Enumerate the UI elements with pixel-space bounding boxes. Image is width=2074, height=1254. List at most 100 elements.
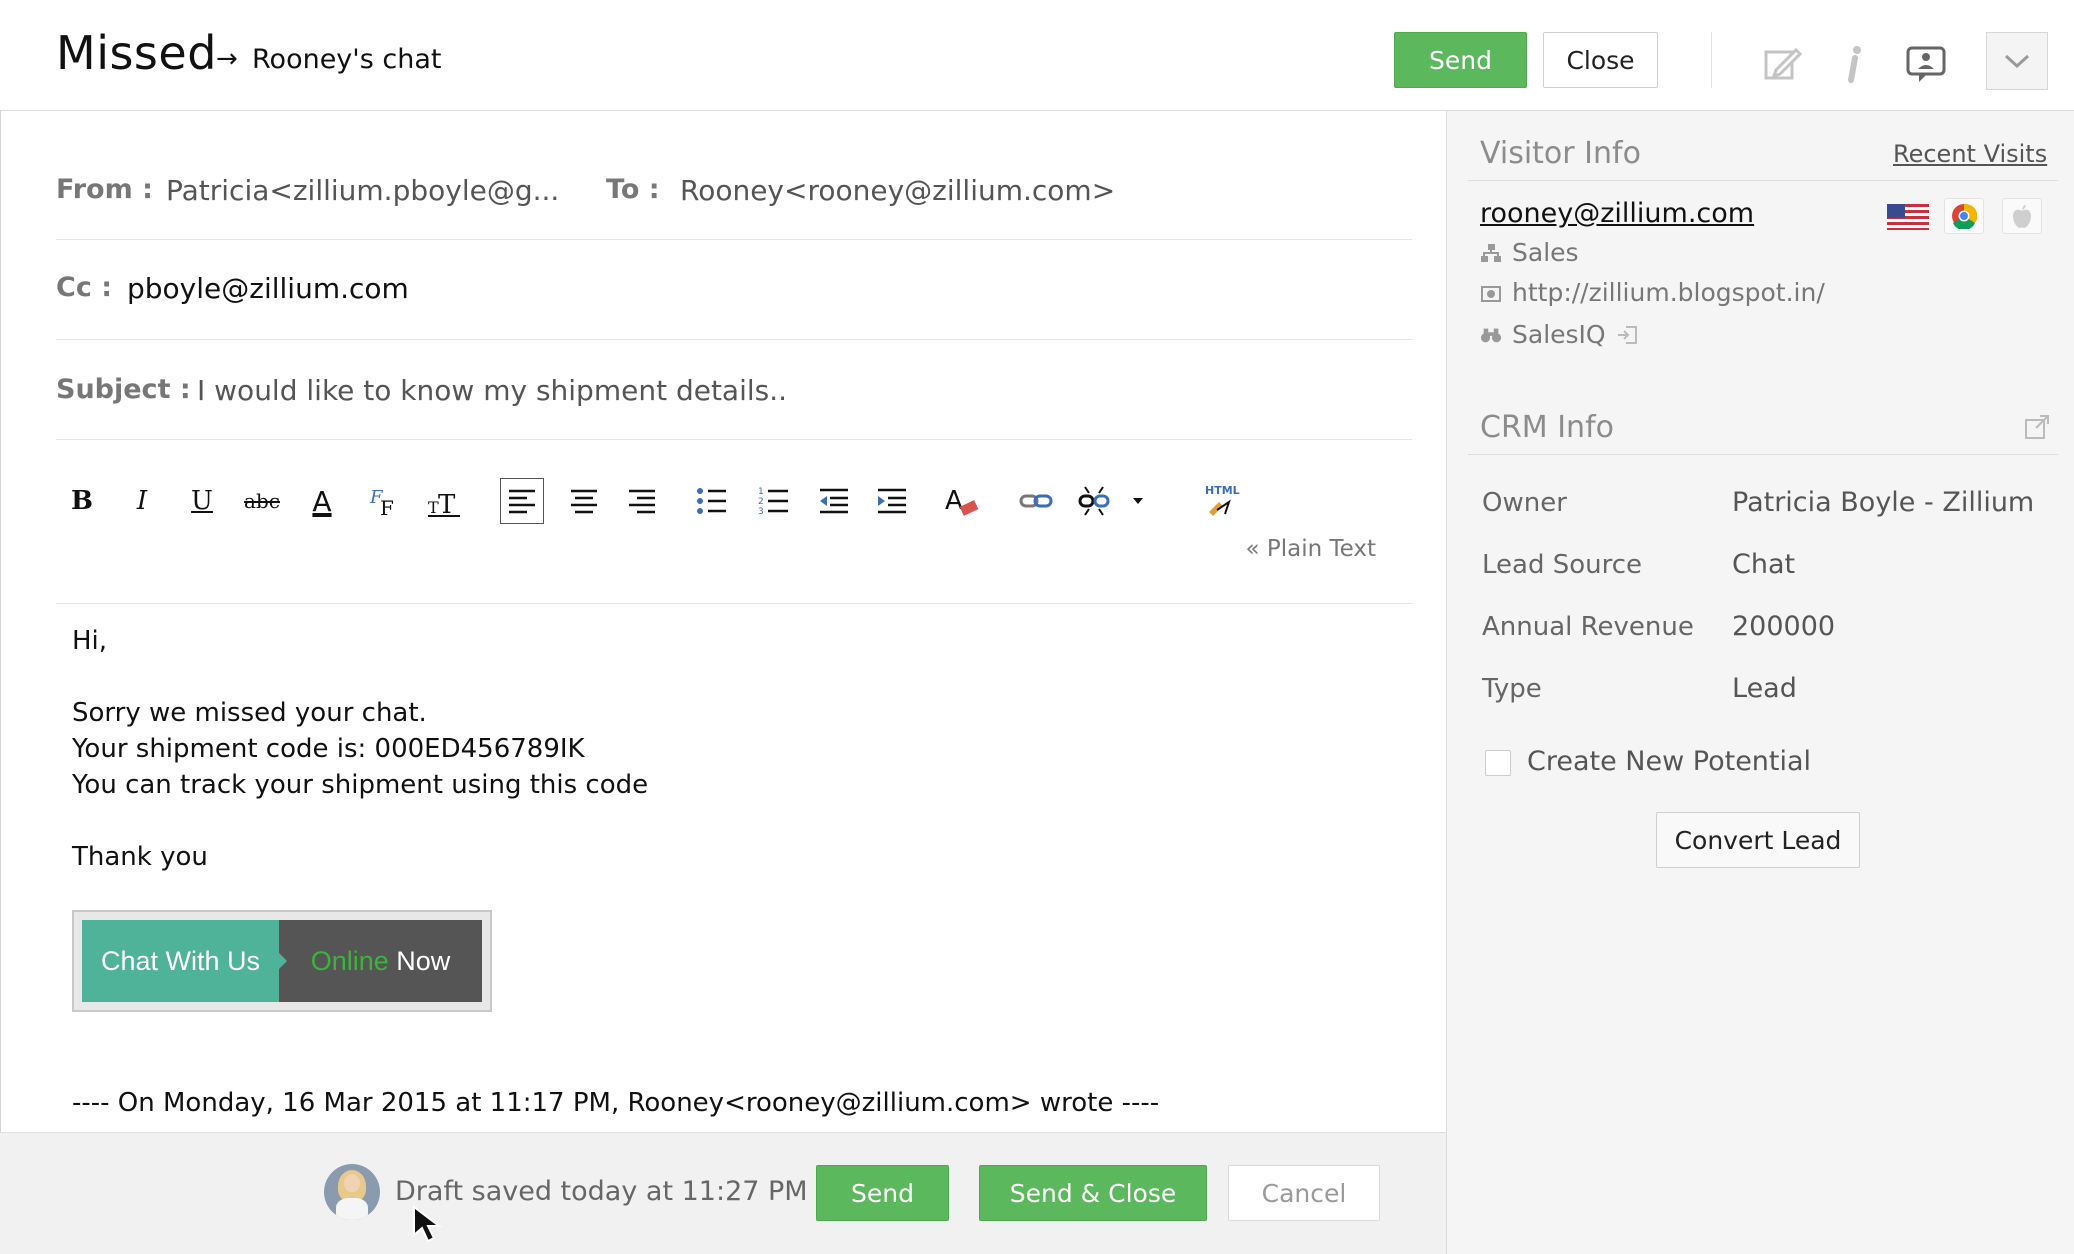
from-field[interactable]: Patricia<zillium.pboyle@g... [166, 174, 559, 207]
chat-banner-online: Online [310, 945, 389, 976]
more-options-dropdown[interactable] [1126, 478, 1150, 524]
header-close-button[interactable]: Close [1543, 32, 1658, 88]
avatar-body [336, 1198, 368, 1220]
clear-format-button[interactable]: A [940, 478, 984, 524]
visitor-department: Sales [1512, 238, 1579, 267]
svg-text:A: A [945, 486, 963, 516]
create-potential-checkbox[interactable] [1485, 750, 1511, 776]
chrome-browser-icon [1944, 198, 1984, 234]
from-to-row: From : Patricia<zillium.pboyle@g... To :… [56, 144, 1412, 240]
align-left-button[interactable] [500, 478, 544, 524]
draft-status: Draft saved today at 11:27 PM [395, 1176, 808, 1207]
mouse-pointer-icon [412, 1204, 452, 1249]
svg-text:1: 1 [758, 487, 764, 497]
edit-icon[interactable] [1760, 42, 1804, 86]
cc-label: Cc : [56, 272, 113, 303]
chat-banner-arrow [279, 953, 287, 969]
chat-transcript-icon[interactable] [1904, 42, 1948, 86]
convert-lead-button[interactable]: Convert Lead [1656, 812, 1860, 868]
italic-button[interactable]: I [120, 478, 164, 524]
send-and-close-button[interactable]: Send & Close [979, 1165, 1207, 1221]
title-arrow: → [216, 44, 238, 74]
insert-link-button[interactable] [1014, 478, 1058, 524]
visitor-department-row: Sales [1480, 238, 1579, 267]
crm-owner-label: Owner [1482, 488, 1567, 518]
svg-text:3: 3 [758, 507, 764, 516]
link-icon [1019, 494, 1053, 508]
bold-button[interactable]: B [60, 478, 104, 524]
visitor-info-title: Visitor Info [1480, 136, 1641, 171]
plain-text-link[interactable]: « Plain Text [1245, 536, 1376, 562]
visitor-website[interactable]: http://zillium.blogspot.in/ [1512, 278, 1825, 307]
font-family-icon: FF [369, 487, 394, 519]
header-separator [1711, 32, 1712, 88]
crm-type-value: Lead [1732, 673, 1797, 704]
outdent-button[interactable] [812, 478, 856, 524]
indent-icon [878, 488, 906, 514]
to-label: To : [606, 174, 660, 205]
align-center-button[interactable] [562, 478, 606, 524]
subject-field[interactable]: I would like to know my shipment details… [197, 374, 787, 407]
align-right-button[interactable] [620, 478, 664, 524]
website-icon [1480, 282, 1502, 304]
create-potential-label: Create New Potential [1527, 746, 1812, 777]
bullet-list-icon [697, 488, 726, 514]
visitor-source: SalesIQ [1512, 320, 1606, 349]
body-greeting: Hi, [72, 626, 108, 656]
to-field[interactable]: Rooney<rooney@zillium.com> [680, 174, 1115, 207]
info-icon[interactable] [1832, 42, 1876, 86]
crm-owner-value: Patricia Boyle - Zillium [1732, 487, 2035, 518]
html-icon-text: HTML [1205, 484, 1240, 497]
quoted-header: ---- On Monday, 16 Mar 2015 at 11:17 PM,… [72, 1088, 1160, 1118]
crm-annual-revenue-value: 200000 [1732, 611, 1836, 642]
unlink-button[interactable] [1072, 478, 1116, 524]
indent-button[interactable] [870, 478, 914, 524]
font-size-button[interactable]: TT [422, 478, 466, 524]
cc-row: Cc : pboyle@zillium.com [56, 240, 1412, 340]
font-family-button[interactable]: FF [362, 478, 406, 524]
department-icon [1480, 242, 1502, 264]
html-source-button[interactable]: HTML [1198, 478, 1248, 524]
svg-text:2: 2 [758, 497, 764, 507]
avatar [324, 1164, 380, 1220]
apple-os-icon [2002, 198, 2042, 234]
bullet-list-button[interactable] [690, 478, 734, 524]
cancel-button[interactable]: Cancel [1228, 1165, 1380, 1221]
chat-subtitle: Rooney's chat [252, 44, 442, 75]
font-color-button[interactable]: A [300, 478, 344, 524]
align-left-icon [509, 489, 535, 514]
more-dropdown-button[interactable] [1986, 32, 2048, 90]
chat-banner-left: Chat With Us [82, 920, 279, 1002]
login-icon[interactable] [1616, 324, 1638, 346]
page-title: Missed [56, 26, 217, 80]
editor-toolbar: B I U abc A FF TT 123 A HTML « Plain Tex… [56, 458, 1412, 604]
footer-send-button[interactable]: Send [816, 1165, 949, 1221]
body-signoff: Thank you [72, 842, 208, 872]
header-bar: Missed → Rooney's chat Send Close [0, 0, 2074, 111]
cc-field[interactable]: pboyle@zillium.com [127, 272, 409, 305]
crm-info-title: CRM Info [1480, 410, 1614, 445]
chat-banner-status: Online Now [279, 920, 482, 1002]
external-link-icon[interactable] [2024, 414, 2050, 444]
binoculars-icon [1480, 324, 1502, 346]
chat-with-us-banner[interactable]: Chat With Us Online Now [72, 910, 492, 1012]
underline-button[interactable]: U [180, 478, 224, 524]
visitor-email-link[interactable]: rooney@zillium.com [1480, 198, 1754, 229]
html-icon: HTML [1205, 484, 1240, 516]
eraser-icon: A [945, 486, 979, 516]
strikethrough-button[interactable]: abc [240, 478, 284, 524]
crm-lead-source-value: Chat [1732, 549, 1796, 580]
align-right-icon [629, 489, 655, 514]
visitor-source-row: SalesIQ [1480, 320, 1638, 349]
subject-row: Subject : I would like to know my shipme… [56, 340, 1412, 440]
outdent-icon [820, 488, 848, 514]
header-send-button[interactable]: Send [1394, 32, 1527, 88]
numbered-list-button[interactable]: 123 [752, 478, 796, 524]
unlink-icon [1078, 486, 1110, 516]
recent-visits-link[interactable]: Recent Visits [1893, 140, 2047, 168]
crm-type-label: Type [1482, 674, 1542, 704]
us-flag-icon [1887, 204, 1929, 230]
section-divider [1468, 180, 2058, 181]
align-center-icon [571, 489, 597, 514]
svg-text:F: F [380, 496, 394, 519]
